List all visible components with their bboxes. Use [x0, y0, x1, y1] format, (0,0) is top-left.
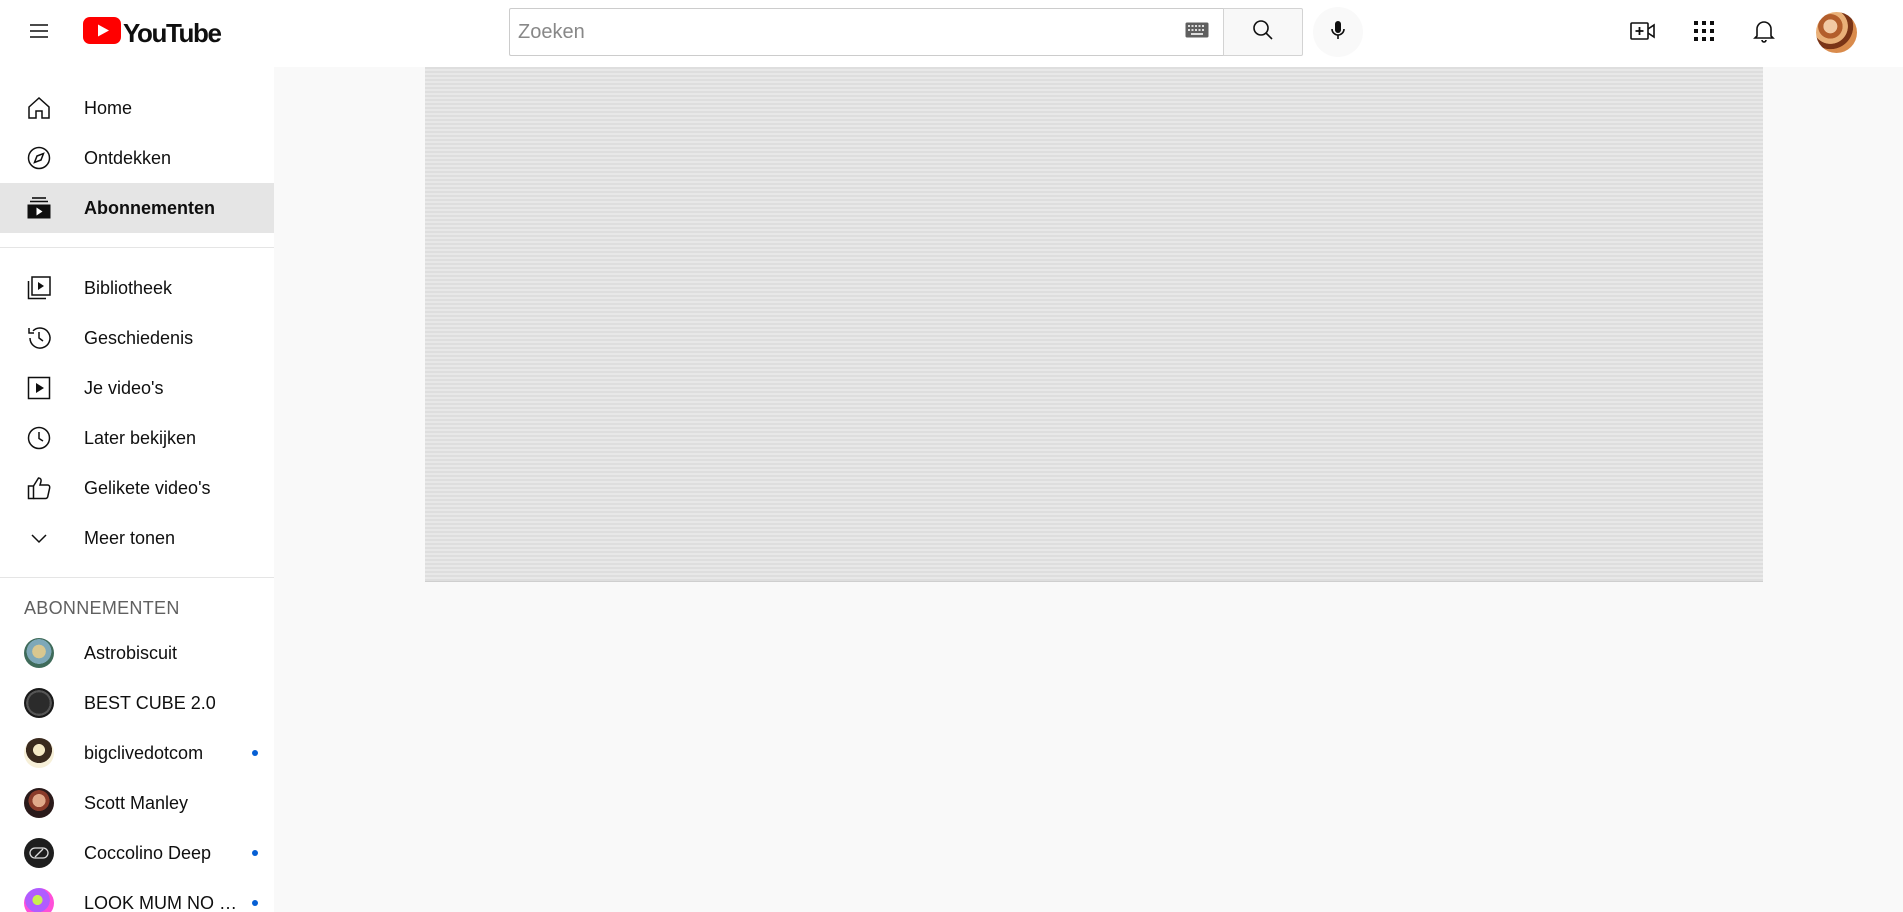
history-icon [24, 323, 54, 353]
menu-button[interactable] [19, 13, 59, 53]
create-button[interactable] [1622, 12, 1664, 54]
logo-wordmark: YouTube [123, 17, 222, 48]
subscription-item[interactable]: LOOK MUM NO COMPUTER [0, 878, 274, 912]
home-icon [24, 93, 54, 123]
channel-name: Coccolino Deep [84, 842, 212, 863]
channel-name: Astrobiscuit [84, 642, 178, 663]
chevron-down-icon [24, 523, 54, 553]
search-button[interactable] [1223, 8, 1303, 56]
keyboard-icon [1185, 22, 1209, 43]
sidebar-item-label: Gelikete video's [84, 477, 211, 498]
channel-name: Scott Manley [84, 792, 189, 813]
sidebar-item-subscriptions[interactable]: Abonnementen [0, 183, 274, 233]
search-icon [1251, 18, 1275, 47]
channel-name: LOOK MUM NO COMPUTER [84, 892, 244, 912]
sidebar-item-history[interactable]: Geschiedenis [0, 313, 274, 363]
sidebar-item-label: Abonnementen [84, 197, 216, 218]
sidebar-item-home[interactable]: Home [0, 83, 274, 133]
youtube-play-logo-icon [83, 17, 121, 49]
channel-avatar [24, 738, 54, 768]
guide-sidebar: Home Ontdekken Abonnementen Bibliotheek … [0, 67, 274, 912]
channel-avatar [24, 638, 54, 668]
channel-avatar [24, 838, 54, 868]
coccolino-logo-icon [29, 847, 49, 859]
channel-avatar [24, 688, 54, 718]
subscriptions-icon [24, 193, 54, 223]
subscriptions-section-title: ABONNEMENTEN [24, 597, 180, 618]
subscription-item[interactable]: bigclivedotcom [0, 728, 274, 778]
account-avatar[interactable] [1816, 12, 1857, 53]
search-input[interactable] [510, 12, 1177, 52]
new-content-dot [252, 850, 258, 856]
search-box [509, 8, 1223, 56]
keyboard-button[interactable] [1177, 12, 1217, 52]
sidebar-item-label: Later bekijken [84, 427, 197, 448]
bell-icon [1752, 18, 1776, 49]
voice-search-button[interactable] [1313, 7, 1363, 57]
sidebar-item-liked-videos[interactable]: Gelikete video's [0, 463, 274, 513]
sidebar-divider [0, 247, 274, 248]
main-content [294, 67, 1903, 912]
library-icon [24, 273, 54, 303]
new-content-dot [252, 750, 258, 756]
search-bar [509, 7, 1363, 57]
video-player-placeholder[interactable] [425, 67, 1763, 582]
hamburger-menu-icon [27, 19, 51, 48]
youtube-logo[interactable]: YouTube [83, 17, 222, 49]
apps-grid-icon [1693, 20, 1715, 47]
sidebar-item-label: Home [84, 97, 133, 118]
channel-avatar [24, 888, 54, 912]
sidebar-item-label: Ontdekken [84, 147, 172, 168]
sidebar-item-label: Je video's [84, 377, 164, 398]
masthead: YouTube [0, 0, 1903, 67]
channel-name: bigclivedotcom [84, 742, 204, 763]
sidebar-item-show-more[interactable]: Meer tonen [0, 513, 274, 563]
liked-videos-icon [24, 473, 54, 503]
sidebar-item-label: Bibliotheek [84, 277, 173, 298]
subscription-item[interactable]: Astrobiscuit [0, 628, 274, 678]
watch-later-icon [24, 423, 54, 453]
subscription-item[interactable]: Scott Manley [0, 778, 274, 828]
notifications-button[interactable] [1743, 12, 1785, 54]
sidebar-item-explore[interactable]: Ontdekken [0, 133, 274, 183]
create-video-icon [1629, 19, 1657, 48]
sidebar-item-label: Geschiedenis [84, 327, 194, 348]
channel-avatar [24, 788, 54, 818]
sidebar-item-watch-later[interactable]: Later bekijken [0, 413, 274, 463]
your-videos-icon [24, 373, 54, 403]
channel-name: BEST CUBE 2.0 [84, 692, 216, 713]
sidebar-item-your-videos[interactable]: Je video's [0, 363, 274, 413]
subscription-item[interactable]: Coccolino Deep [0, 828, 274, 878]
sidebar-item-label: Meer tonen [84, 527, 176, 548]
sidebar-item-library[interactable]: Bibliotheek [0, 263, 274, 313]
apps-button[interactable] [1683, 12, 1725, 54]
microphone-icon [1326, 18, 1350, 47]
compass-icon [24, 143, 54, 173]
new-content-dot [252, 900, 258, 906]
sidebar-divider [0, 577, 274, 578]
subscription-item[interactable]: BEST CUBE 2.0 [0, 678, 274, 728]
